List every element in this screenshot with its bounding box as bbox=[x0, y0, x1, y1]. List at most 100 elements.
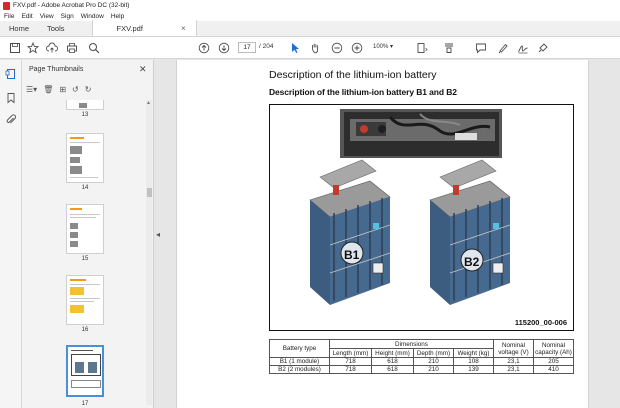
thumbnail-heading bbox=[70, 208, 82, 210]
header-dimensions: Dimensions bbox=[329, 339, 494, 349]
highlight-pen-icon[interactable] bbox=[497, 42, 509, 54]
header-depth: Depth (mm) bbox=[413, 348, 454, 358]
tab-bar: Home Tools FXV.pdf × bbox=[0, 20, 620, 37]
thumbnail-scrollbar[interactable] bbox=[146, 100, 152, 405]
menu-help[interactable]: Help bbox=[111, 13, 124, 20]
tab-document-label: FXV.pdf bbox=[116, 23, 143, 33]
cell-voltage: 23,1 bbox=[493, 357, 534, 366]
navigation-pane-strip bbox=[0, 60, 22, 408]
table-row: B1 (1 module) 718 618 210 108 23,1 205 bbox=[269, 357, 574, 366]
options-menu-icon[interactable]: ☰▾ bbox=[26, 85, 37, 94]
thumbnail-heading bbox=[71, 350, 93, 351]
menu-window[interactable]: Window bbox=[81, 13, 104, 20]
close-icon[interactable]: ✕ bbox=[139, 64, 147, 75]
thumbnail-line bbox=[70, 217, 96, 218]
comment-icon[interactable] bbox=[475, 42, 487, 54]
rotate-counterclockwise-icon[interactable]: ↺ bbox=[72, 85, 79, 94]
acrobat-app-icon bbox=[3, 1, 10, 10]
insert-page-icon[interactable]: ⊞ bbox=[59, 85, 66, 94]
rotate-clockwise-icon[interactable]: ↻ bbox=[85, 85, 92, 94]
tab-document[interactable]: FXV.pdf × bbox=[91, 20, 197, 36]
thumbnail-image bbox=[70, 146, 82, 154]
thumbnail-line bbox=[70, 298, 100, 299]
panel-toolbar: ☰▾ 🗑 ⊞ ↺ ↻ bbox=[26, 82, 150, 96]
upload-cloud-icon[interactable] bbox=[46, 42, 58, 54]
header-height: Height (mm) bbox=[371, 348, 414, 358]
connector-photo bbox=[340, 109, 502, 158]
previous-page-icon[interactable] bbox=[198, 42, 210, 54]
collapse-panel-icon[interactable]: ◂ bbox=[156, 230, 160, 239]
page-thumbnails-icon[interactable] bbox=[5, 68, 17, 80]
select-cursor-icon[interactable] bbox=[289, 42, 301, 54]
thumbnail-image bbox=[70, 232, 78, 238]
zoom-in-icon[interactable] bbox=[351, 42, 363, 54]
save-icon[interactable] bbox=[9, 42, 21, 54]
thumbnail-page-17[interactable] bbox=[66, 345, 104, 397]
label-b1: B1 bbox=[344, 248, 360, 262]
zoom-dropdown[interactable]: 100% ▾ bbox=[373, 42, 401, 53]
thumbnail-page-13[interactable] bbox=[66, 100, 104, 110]
header-voltage: Nominal voltage (V) bbox=[493, 339, 534, 358]
cell-depth: 210 bbox=[413, 357, 454, 366]
table-row: B2 (2 modules) 718 618 210 139 23,1 410 bbox=[269, 365, 574, 374]
section-subheading: Description of the lithium-ion battery B… bbox=[269, 87, 457, 97]
close-icon[interactable]: × bbox=[181, 24, 186, 33]
thumbnail-label: 14 bbox=[81, 185, 89, 191]
thumbnail-image bbox=[70, 305, 84, 313]
header-battery-type: Battery type bbox=[269, 339, 330, 358]
thumbnail-image bbox=[88, 362, 97, 373]
header-length: Length (mm) bbox=[329, 348, 372, 358]
delete-page-icon[interactable]: 🗑 bbox=[43, 85, 53, 94]
thumbnail-page-14[interactable] bbox=[66, 133, 104, 183]
cell-length: 718 bbox=[329, 357, 372, 366]
cell-weight: 108 bbox=[453, 357, 494, 366]
thumbnail-heading bbox=[70, 137, 84, 139]
scroll-mode-icon[interactable] bbox=[443, 42, 455, 54]
page-number-input[interactable]: 17 bbox=[238, 42, 256, 53]
document-viewport[interactable]: Description of the lithium-ion battery D… bbox=[163, 60, 620, 408]
thumbnail-image bbox=[70, 223, 78, 229]
attachments-icon[interactable] bbox=[5, 114, 17, 126]
menu-view[interactable]: View bbox=[40, 13, 54, 20]
cell-height: 618 bbox=[371, 357, 414, 366]
star-icon[interactable] bbox=[27, 42, 39, 54]
thumbnail-line bbox=[70, 177, 98, 178]
page-thumbnails-panel: Page Thumbnails ✕ ☰▾ 🗑 ⊞ ↺ ↻ 13 14 15 16… bbox=[22, 60, 154, 408]
tab-home[interactable]: Home bbox=[0, 20, 38, 36]
header-capacity: Nominal capacity (Ah) bbox=[533, 339, 574, 358]
thumbnail-image bbox=[75, 362, 84, 373]
sign-icon[interactable] bbox=[517, 42, 529, 54]
label-b2: B2 bbox=[464, 255, 480, 269]
thumbnail-image bbox=[79, 103, 87, 108]
cell-voltage: 23,1 bbox=[493, 365, 534, 374]
cell-capacity: 205 bbox=[533, 357, 574, 366]
page-display-icon[interactable] bbox=[416, 42, 428, 54]
menu-file[interactable]: File bbox=[4, 13, 14, 20]
zoom-value: 100% bbox=[373, 44, 389, 50]
menu-sign[interactable]: Sign bbox=[61, 13, 74, 20]
next-page-icon[interactable] bbox=[218, 42, 230, 54]
thumbnail-table bbox=[71, 380, 101, 388]
menu-edit[interactable]: Edit bbox=[21, 13, 32, 20]
thumbnail-image bbox=[70, 166, 82, 174]
thumbnail-image bbox=[70, 241, 78, 247]
print-icon[interactable] bbox=[66, 42, 78, 54]
thumbnail-page-15[interactable] bbox=[66, 204, 104, 254]
thumbnail-scrollbar-thumb[interactable] bbox=[147, 188, 152, 197]
scroll-up-icon[interactable]: ▲ bbox=[146, 100, 151, 106]
zoom-out-icon[interactable] bbox=[331, 42, 343, 54]
cell-height: 618 bbox=[371, 365, 414, 374]
thumbnail-list[interactable]: 13 14 15 16 17 bbox=[22, 100, 144, 408]
header-weight: Weight (kg) bbox=[453, 348, 494, 358]
thumbnail-line bbox=[70, 301, 94, 302]
main-toolbar: 17 / 204 100% ▾ bbox=[0, 37, 620, 59]
bookmarks-icon[interactable] bbox=[5, 92, 17, 104]
battery-figure: B1 B2 115200_00-006 bbox=[269, 104, 574, 331]
hand-tool-icon[interactable] bbox=[309, 42, 321, 54]
thumbnail-page-16[interactable] bbox=[66, 275, 104, 325]
find-icon[interactable] bbox=[88, 42, 100, 54]
pdf-page: Description of the lithium-ion battery D… bbox=[176, 60, 589, 408]
tab-tools[interactable]: Tools bbox=[38, 20, 74, 36]
thumbnail-image bbox=[70, 157, 80, 163]
stamp-icon[interactable] bbox=[537, 42, 549, 54]
